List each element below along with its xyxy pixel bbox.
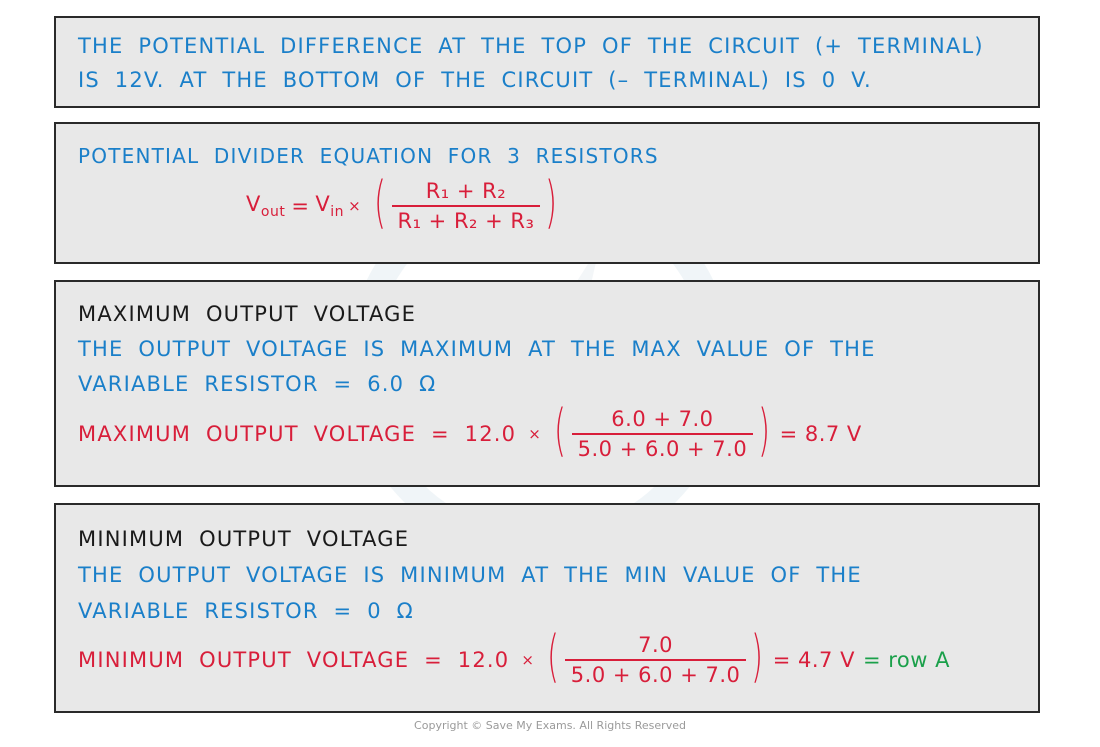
intro-box: THE POTENTIAL DIFFERENCE AT THE TOP OF T… <box>54 16 1040 108</box>
times-sign: × <box>521 651 535 669</box>
vin-symbol: Vin <box>315 192 345 220</box>
min-calc-label: MINIMUM OUTPUT VOLTAGE = 12.0 <box>78 648 510 672</box>
intro-line-1: THE POTENTIAL DIFFERENCE AT THE TOP OF T… <box>78 34 984 58</box>
equation-heading: POTENTIAL DIVIDER EQUATION FOR 3 RESISTO… <box>78 144 659 168</box>
equation-box: POTENTIAL DIVIDER EQUATION FOR 3 RESISTO… <box>54 122 1040 264</box>
min-calculation: MINIMUM OUTPUT VOLTAGE = 12.0 × ( 7.0 5.… <box>78 624 950 689</box>
right-paren: ) <box>545 170 558 235</box>
max-voltage-box: MAXIMUM OUTPUT VOLTAGE THE OUTPUT VOLTAG… <box>54 280 1040 487</box>
min-heading: MINIMUM OUTPUT VOLTAGE <box>78 527 410 551</box>
max-result: = 8.7 V <box>779 422 862 446</box>
max-numerator: 6.0 + 7.0 <box>611 407 714 431</box>
min-numerator: 7.0 <box>638 633 674 657</box>
vout-symbol: Vout <box>246 192 286 220</box>
max-denominator: 5.0 + 6.0 + 7.0 <box>577 437 748 461</box>
max-line-1: THE OUTPUT VOLTAGE IS MAXIMUM AT THE MAX… <box>78 337 876 361</box>
equals-sign: = <box>291 194 310 218</box>
times-sign: × <box>348 197 362 215</box>
formula-fraction: ( R₁ + R₂ R₁ + R₂ + R₃ ) <box>369 170 563 235</box>
min-voltage-box: MINIMUM OUTPUT VOLTAGE THE OUTPUT VOLTAG… <box>54 503 1040 713</box>
max-calc-label: MAXIMUM OUTPUT VOLTAGE = 12.0 <box>78 422 517 446</box>
max-heading: MAXIMUM OUTPUT VOLTAGE <box>78 302 417 326</box>
answer-row-a: = row A <box>862 648 950 672</box>
min-line-2: VARIABLE RESISTOR = 0 Ω <box>78 599 414 623</box>
potential-divider-formula: Vout = Vin × ( R₁ + R₂ R₁ + R₂ + R₃ ) <box>246 170 567 235</box>
min-denominator: 5.0 + 6.0 + 7.0 <box>570 663 741 687</box>
formula-denominator: R₁ + R₂ + R₃ <box>397 209 535 233</box>
left-paren: ( <box>554 398 567 463</box>
min-result: = 4.7 V <box>772 648 855 672</box>
right-paren: ) <box>751 624 764 689</box>
formula-numerator: R₁ + R₂ <box>425 179 507 203</box>
intro-line-2: IS 12V. AT THE BOTTOM OF THE CIRCUIT (– … <box>78 68 872 92</box>
left-paren: ( <box>374 170 387 235</box>
max-fraction: ( 6.0 + 7.0 5.0 + 6.0 + 7.0 ) <box>549 398 775 463</box>
copyright-notice: Copyright © Save My Exams. All Rights Re… <box>414 719 686 732</box>
max-line-2: VARIABLE RESISTOR = 6.0 Ω <box>78 372 437 396</box>
min-line-1: THE OUTPUT VOLTAGE IS MINIMUM AT THE MIN… <box>78 563 862 587</box>
right-paren: ) <box>758 398 771 463</box>
max-calculation: MAXIMUM OUTPUT VOLTAGE = 12.0 × ( 6.0 + … <box>78 398 862 463</box>
times-sign: × <box>528 425 542 443</box>
left-paren: ( <box>547 624 560 689</box>
min-fraction: ( 7.0 5.0 + 6.0 + 7.0 ) <box>542 624 768 689</box>
